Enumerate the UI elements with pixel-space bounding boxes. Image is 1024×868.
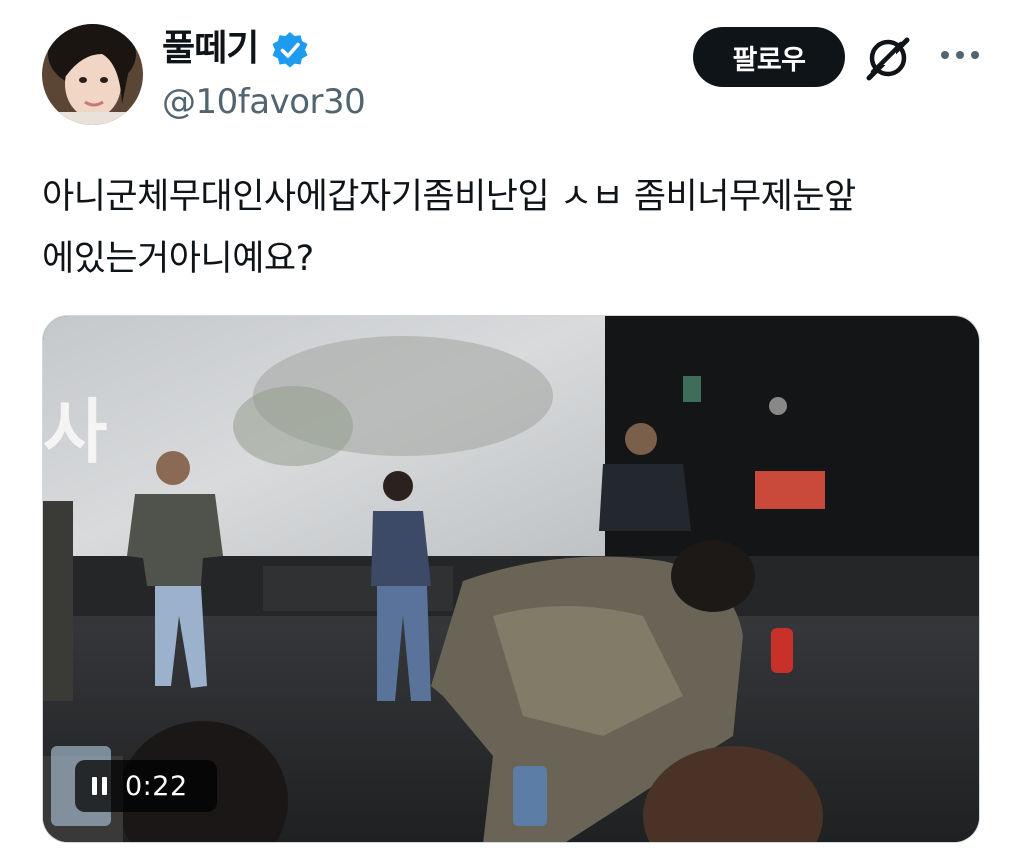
pause-icon[interactable] xyxy=(91,776,109,796)
tweet-text: 아니군체무대인사에갑자기좀비난입 ㅅㅂ 좀비너무제눈앞 에있는거아니예요? xyxy=(42,177,856,279)
display-name[interactable]: 풀떼기 xyxy=(162,26,259,72)
svg-text:사: 사 xyxy=(43,391,107,473)
video-duration: 0:22 xyxy=(125,770,188,802)
author-handle[interactable]: @10favor30 xyxy=(162,80,366,124)
video-time-badge[interactable]: 0:22 xyxy=(75,760,217,812)
grok-icon[interactable] xyxy=(863,34,913,82)
follow-button[interactable]: 팔로우 xyxy=(693,27,845,87)
verified-badge-icon xyxy=(272,32,308,68)
avatar[interactable] xyxy=(42,24,143,125)
more-icon[interactable] xyxy=(938,48,982,62)
